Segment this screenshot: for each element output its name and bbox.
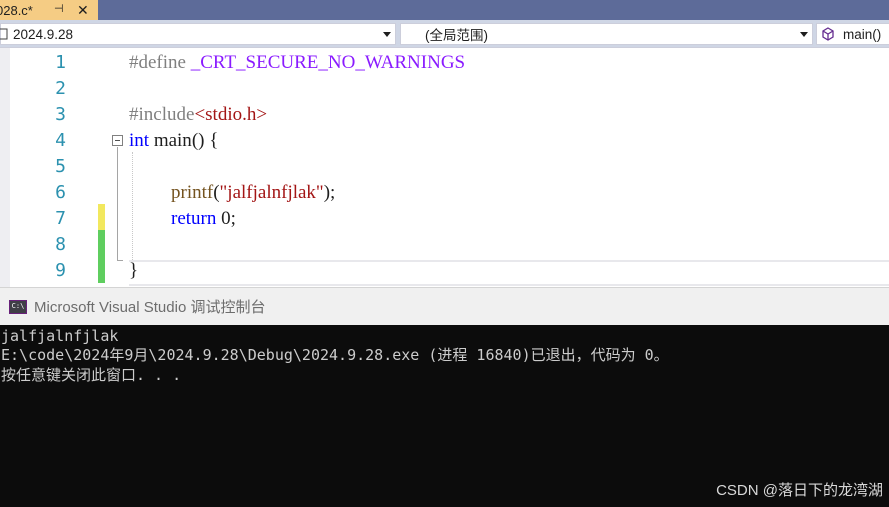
scope-dropdown-value: (全局范围)	[425, 28, 488, 43]
watermark: CSDN @落日下的龙湾湖	[716, 482, 883, 499]
macro-name: _CRT_SECURE_NO_WARNINGS	[185, 52, 466, 73]
function-name: main	[149, 130, 192, 151]
line-number: 7	[55, 208, 66, 229]
punctuation: }	[129, 260, 139, 281]
pin-icon[interactable]: ⊣	[54, 2, 64, 15]
line-number: 3	[55, 104, 66, 125]
member-dropdown-value: main()	[843, 26, 882, 42]
line-number: 2	[55, 78, 66, 99]
punctuation: );	[323, 182, 336, 203]
code-editor[interactable]: 1 #define _CRT_SECURE_NO_WARNINGS 2 3 #i…	[0, 48, 889, 287]
code-line[interactable]: 2	[0, 76, 889, 102]
console-app-icon: C:\	[9, 299, 27, 314]
code-line[interactable]: 3 #include<stdio.h>	[0, 102, 889, 128]
line-number: 6	[55, 182, 66, 203]
console-output-line: E:\code\2024年9月\2024.9.28\Debug\2024.9.2…	[1, 346, 669, 364]
code-line[interactable]: 4 int main() {	[0, 128, 889, 154]
code-line[interactable]: 1 #define _CRT_SECURE_NO_WARNINGS	[0, 50, 889, 76]
console-output-line: 按任意键关闭此窗口. . .	[1, 366, 182, 384]
function-cube-icon	[822, 27, 834, 41]
close-icon[interactable]: ✕	[77, 0, 89, 20]
line-number: 5	[55, 156, 66, 177]
document-tab-title: 028.c*	[0, 2, 33, 18]
code-line[interactable]: 7 return 0;	[0, 206, 889, 232]
console-output-area[interactable]: jalfjalnfjlak E:\code\2024年9月\2024.9.28\…	[0, 325, 889, 507]
string-literal: "jalfjalnfjlak"	[219, 182, 324, 203]
line-number: 9	[55, 260, 66, 281]
preprocessor-directive: #include	[129, 104, 195, 125]
line-number: 4	[55, 130, 66, 151]
project-dropdown[interactable]: 2024.9.28	[0, 23, 396, 45]
chevron-down-icon	[383, 32, 391, 37]
document-tab[interactable]: 028.c* ⊣ ✕	[0, 0, 98, 20]
project-icon	[0, 28, 8, 40]
line-number: 8	[55, 234, 66, 255]
code-line[interactable]: 6 printf("jalfjalnfjlak");	[0, 180, 889, 206]
member-dropdown[interactable]: main()	[816, 23, 889, 45]
keyword: int	[129, 130, 150, 151]
preprocessor-directive: #define	[129, 52, 186, 73]
chevron-down-icon	[800, 32, 808, 37]
code-line[interactable]: 5	[0, 154, 889, 180]
number-literal: 0;	[216, 208, 236, 229]
project-dropdown-value: 2024.9.28	[13, 26, 74, 42]
console-title-bar[interactable]: C:\ Microsoft Visual Studio 调试控制台	[0, 287, 889, 325]
document-tab-strip: 028.c* ⊣ ✕	[0, 0, 889, 20]
function-call: printf	[171, 182, 214, 203]
scope-dropdown[interactable]: (全局范围)	[400, 23, 813, 45]
punctuation: () {	[191, 130, 219, 151]
console-window-title: Microsoft Visual Studio 调试控制台	[34, 299, 266, 316]
console-output-line: jalfjalnfjlak	[1, 327, 119, 345]
include-header: <stdio.h>	[194, 104, 268, 125]
console-app-icon-label: C:\	[11, 302, 25, 310]
navigation-bar: 2024.9.28 (全局范围) main()	[0, 20, 889, 48]
line-number: 1	[55, 52, 66, 73]
keyword: return	[171, 208, 217, 229]
code-line[interactable]: 8	[0, 232, 889, 258]
code-line[interactable]: 9 }	[0, 258, 889, 284]
